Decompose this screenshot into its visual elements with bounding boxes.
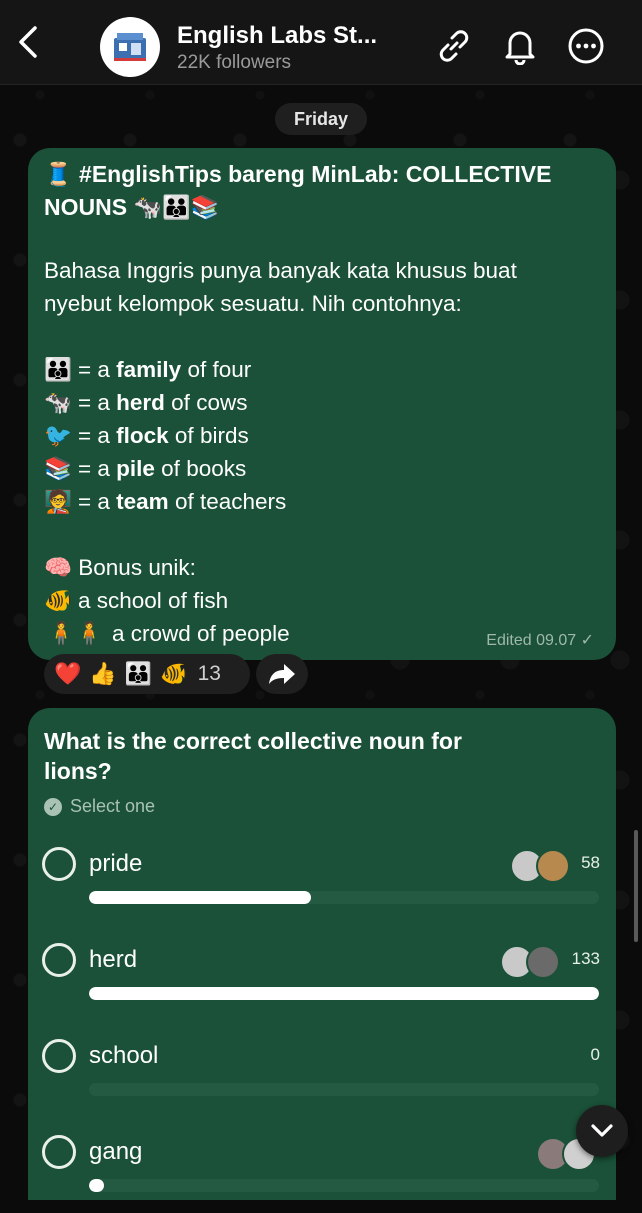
notifications-button[interactable] bbox=[500, 26, 540, 66]
chevron-left-icon bbox=[19, 26, 37, 58]
example-post: of birds bbox=[168, 423, 249, 448]
example-noun: herd bbox=[116, 390, 165, 415]
poll-radio[interactable] bbox=[42, 1039, 76, 1073]
reactions-bar[interactable]: ❤️ 👍 👪 🐠 13 bbox=[44, 654, 250, 694]
poll-progress-fill bbox=[89, 891, 312, 904]
example-post: of four bbox=[181, 357, 252, 382]
reaction-heart[interactable]: ❤️ bbox=[54, 661, 81, 687]
message-intro-line-1: Bahasa Inggris punya banyak kata khusus … bbox=[44, 258, 517, 283]
bell-icon bbox=[505, 31, 535, 65]
link-button[interactable] bbox=[434, 26, 474, 66]
reaction-family[interactable]: 👪 bbox=[125, 661, 152, 687]
poll-vote-count: 0 bbox=[590, 1045, 600, 1064]
example-pre: = a bbox=[78, 489, 117, 514]
message-bubble[interactable]: 🧵 #EnglishTips bareng MinLab: COLLECTIVE… bbox=[28, 148, 616, 660]
example-line: 👪 = a family of four bbox=[44, 353, 251, 386]
scroll-down-button[interactable] bbox=[576, 1105, 628, 1157]
poll-instruction-text: Select one bbox=[70, 796, 156, 816]
poll-radio[interactable] bbox=[42, 1135, 76, 1169]
bonus-title: 🧠 Bonus unik: bbox=[44, 555, 196, 580]
example-pre: = a bbox=[78, 456, 117, 481]
voter-avatar bbox=[536, 849, 570, 883]
bonus-emoji: 🐠 bbox=[44, 588, 73, 613]
date-divider: Friday bbox=[275, 103, 367, 135]
poll-radio[interactable] bbox=[42, 943, 76, 977]
poll-option[interactable]: school 0 bbox=[28, 1037, 616, 1117]
voter-avatar bbox=[526, 945, 560, 979]
example-noun: team bbox=[116, 489, 169, 514]
channel-name[interactable]: English Labs St... bbox=[177, 22, 377, 50]
poll-progress-track bbox=[89, 891, 599, 904]
share-button[interactable] bbox=[256, 654, 308, 694]
check-circle-icon: ✓ bbox=[44, 797, 62, 816]
example-post: of books bbox=[154, 456, 247, 481]
poll-progress-track bbox=[89, 1179, 599, 1192]
example-emoji: 📚 bbox=[44, 456, 73, 481]
store-logo-icon bbox=[114, 33, 146, 61]
example-noun: pile bbox=[116, 456, 155, 481]
message-title: 🧵 #EnglishTips bareng MinLab: COLLECTIVE… bbox=[44, 161, 552, 220]
example-noun: family bbox=[116, 357, 182, 382]
poll-option-label: herd bbox=[89, 946, 138, 973]
example-line: 📚 = a pile of books bbox=[44, 452, 246, 485]
more-options-button[interactable] bbox=[566, 26, 606, 66]
back-button[interactable] bbox=[10, 22, 46, 62]
poll-bubble: What is the correct collective noun for … bbox=[28, 708, 616, 1200]
example-emoji: 🧑‍🏫 bbox=[44, 489, 73, 514]
bonus-emoji: 🧍🧍 bbox=[46, 621, 104, 646]
example-pre: = a bbox=[78, 390, 117, 415]
poll-option[interactable]: gang bbox=[28, 1133, 616, 1213]
poll-option[interactable]: herd 133 bbox=[28, 941, 616, 1021]
message-edited-timestamp: Edited 09.07 ✓ bbox=[486, 632, 594, 649]
bonus-text: a school of fish bbox=[78, 588, 229, 613]
chat-header: English Labs St... 22K followers bbox=[0, 0, 642, 85]
example-emoji: 🐦 bbox=[44, 423, 73, 448]
poll-vote-count: 58 bbox=[581, 853, 600, 872]
channel-avatar[interactable] bbox=[100, 17, 160, 77]
bonus-line: 🧍🧍 a crowd of people bbox=[44, 617, 290, 650]
poll-question: What is the correct collective noun for … bbox=[44, 728, 462, 784]
example-post: of teachers bbox=[168, 489, 287, 514]
reaction-fish[interactable]: 🐠 bbox=[160, 661, 187, 687]
chevron-down-icon bbox=[591, 1124, 613, 1137]
poll-radio[interactable] bbox=[42, 847, 76, 881]
more-icon bbox=[568, 28, 604, 64]
example-emoji: 👪 bbox=[44, 357, 73, 382]
poll-option-label: school bbox=[89, 1042, 159, 1069]
example-pre: = a bbox=[78, 357, 117, 382]
poll-progress-track bbox=[89, 987, 599, 1000]
voter-avatars bbox=[500, 945, 560, 979]
example-pre: = a bbox=[78, 423, 117, 448]
scrollbar[interactable] bbox=[634, 830, 638, 942]
poll-progress-track bbox=[89, 1083, 599, 1096]
poll-option[interactable]: pride 58 bbox=[28, 845, 616, 925]
example-line: 🐦 = a flock of birds bbox=[44, 419, 249, 452]
poll-progress-fill bbox=[89, 1179, 105, 1192]
example-noun: flock bbox=[116, 423, 169, 448]
share-arrow-icon bbox=[269, 664, 295, 684]
voter-avatars bbox=[510, 849, 570, 883]
poll-vote-count: 133 bbox=[571, 949, 600, 968]
link-icon bbox=[439, 30, 469, 62]
example-post: of cows bbox=[164, 390, 248, 415]
example-line: 🐄 = a herd of cows bbox=[44, 386, 247, 419]
poll-option-label: gang bbox=[89, 1138, 143, 1165]
poll-instruction: ✓ Select one bbox=[44, 796, 155, 817]
reaction-thumbs-up[interactable]: 👍 bbox=[89, 661, 116, 687]
reaction-count: 13 bbox=[197, 662, 221, 685]
example-emoji: 🐄 bbox=[44, 390, 73, 415]
bonus-text: a crowd of people bbox=[112, 621, 290, 646]
bonus-line: 🐠 a school of fish bbox=[44, 584, 228, 617]
poll-option-label: pride bbox=[89, 850, 143, 877]
example-line: 🧑‍🏫 = a team of teachers bbox=[44, 485, 286, 518]
poll-progress-fill bbox=[89, 987, 599, 1000]
message-intro-line-2: nyebut kelompok sesuatu. Nih contohnya: bbox=[44, 291, 462, 316]
follower-count: 22K followers bbox=[177, 52, 292, 73]
